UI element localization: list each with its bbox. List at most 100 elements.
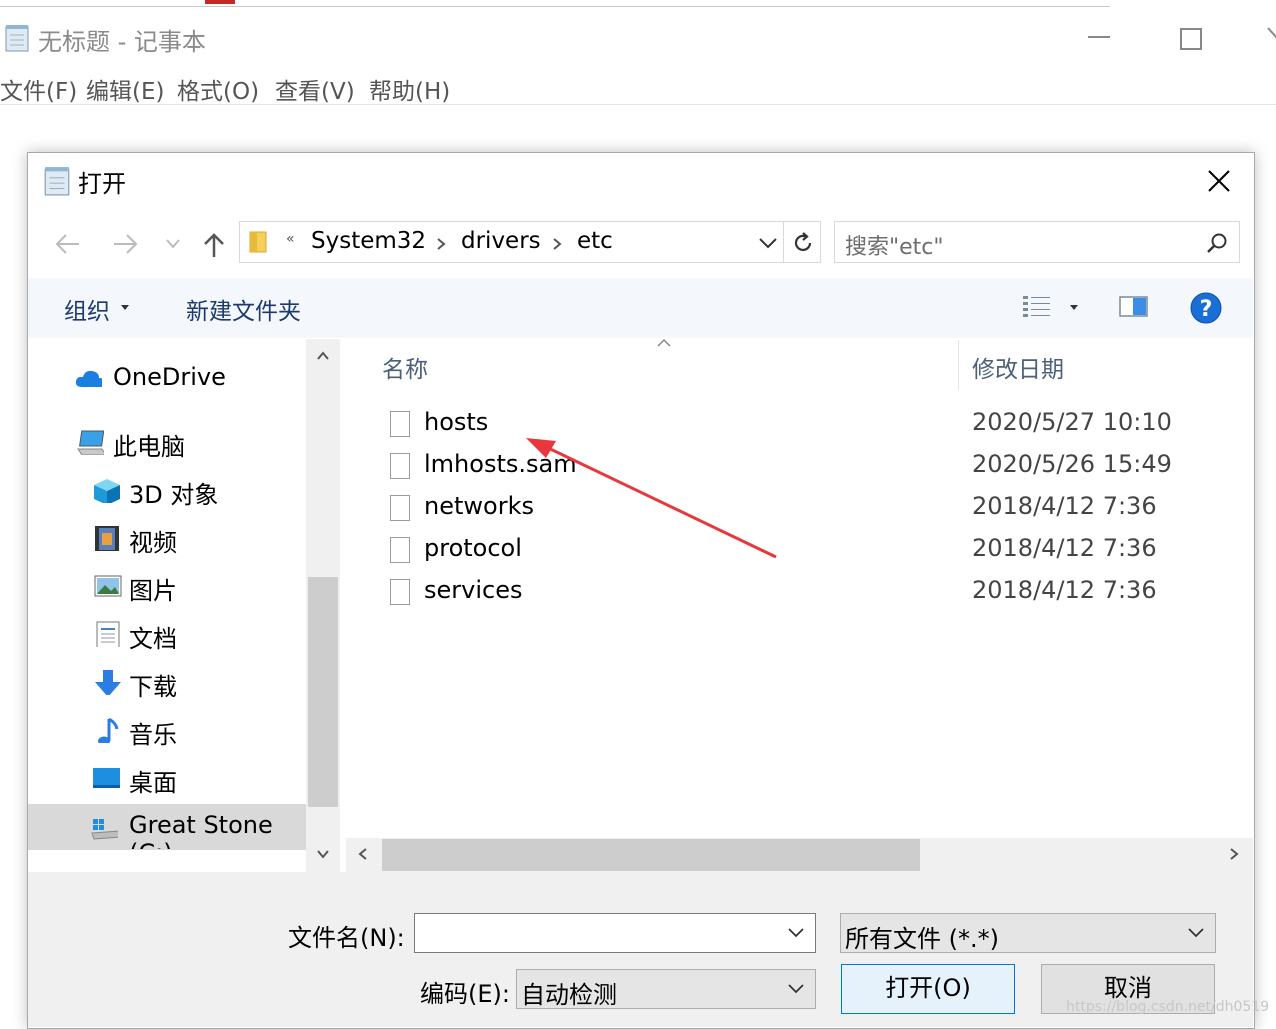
- nav-label-this-pc: 此电脑: [113, 433, 185, 461]
- file-row[interactable]: networks 2018/4/12 7:36: [386, 489, 1226, 529]
- dialog-title: 打开: [78, 170, 126, 198]
- maximize-button[interactable]: [1180, 28, 1202, 50]
- address-bar[interactable]: « System32 drivers etc: [239, 221, 821, 263]
- recent-locations-button[interactable]: [165, 238, 181, 250]
- nav-item-downloads[interactable]: 下载: [28, 661, 306, 705]
- breadcrumb-separator-icon[interactable]: [552, 237, 562, 251]
- search-icon[interactable]: [1205, 232, 1229, 256]
- menu-file[interactable]: 文件(F): [0, 72, 77, 106]
- file-date: 2020/5/26 15:49: [972, 450, 1172, 478]
- nav-label-onedrive: OneDrive: [113, 363, 226, 391]
- refresh-button[interactable]: [791, 231, 815, 255]
- dialog-close-button[interactable]: [1208, 170, 1230, 192]
- address-history-button[interactable]: [758, 236, 778, 250]
- document-icon: [96, 621, 120, 647]
- nav-item-pictures[interactable]: 图片: [28, 565, 306, 609]
- close-icon: [1208, 170, 1230, 192]
- file-date: 2018/4/12 7:36: [972, 534, 1157, 562]
- up-button[interactable]: [202, 232, 226, 258]
- scroll-up-button[interactable]: [316, 351, 330, 361]
- file-row[interactable]: lmhosts.sam 2020/5/26 15:49: [386, 447, 1226, 487]
- encoding-select[interactable]: 自动检测: [516, 969, 816, 1009]
- chevron-right-icon: [1230, 848, 1239, 860]
- filename-label: 文件名(N):: [288, 924, 405, 952]
- file-icon: [390, 411, 410, 437]
- chevron-down-icon: [759, 238, 777, 249]
- file-name: hosts: [424, 408, 489, 436]
- scroll-down-button[interactable]: [316, 849, 330, 859]
- view-details-button[interactable]: [1022, 294, 1052, 320]
- arrow-right-icon: [114, 234, 138, 254]
- scroll-left-button[interactable]: [358, 847, 368, 861]
- breadcrumb-drivers[interactable]: drivers: [461, 228, 541, 254]
- nav-label-downloads: 下载: [129, 673, 177, 701]
- breadcrumb-etc[interactable]: etc: [577, 228, 613, 254]
- nav-item-music[interactable]: 音乐: [28, 709, 306, 753]
- search-placeholder: 搜索"etc": [845, 235, 944, 260]
- notepad-icon: [5, 25, 29, 52]
- svg-text:?: ?: [1200, 297, 1213, 322]
- help-icon: ?: [1190, 292, 1222, 324]
- breadcrumb-system32[interactable]: System32: [311, 228, 426, 254]
- file-row[interactable]: protocol 2018/4/12 7:36: [386, 531, 1226, 571]
- scroll-right-button[interactable]: [1229, 847, 1239, 861]
- file-icon: [390, 537, 410, 563]
- forward-button[interactable]: [112, 233, 138, 255]
- nav-item-c-drive[interactable]: Great Stone (C:): [28, 805, 306, 849]
- nav-item-this-pc[interactable]: 此电脑: [28, 421, 306, 465]
- menu-view[interactable]: 查看(V): [275, 72, 355, 106]
- chevron-down-icon[interactable]: [787, 924, 805, 942]
- refresh-icon: [794, 232, 812, 252]
- computer-icon: [77, 430, 104, 455]
- back-button[interactable]: [55, 233, 81, 255]
- breadcrumb-overflow[interactable]: «: [286, 231, 295, 247]
- open-button[interactable]: 打开(O): [841, 964, 1015, 1014]
- arrow-up-icon: [204, 233, 224, 257]
- menu-edit[interactable]: 编辑(E): [86, 72, 164, 106]
- menu-format[interactable]: 格式(O): [177, 72, 259, 106]
- folder-icon: [249, 231, 267, 253]
- encoding-label: 编码(E):: [420, 980, 510, 1008]
- nav-label-music: 音乐: [129, 721, 177, 749]
- nav-label-videos: 视频: [129, 529, 177, 557]
- file-date: 2018/4/12 7:36: [972, 492, 1157, 520]
- column-header-name[interactable]: 名称: [382, 350, 428, 384]
- arrow-left-icon: [55, 234, 79, 254]
- horizontal-scrollbar-thumb[interactable]: [382, 839, 920, 871]
- file-row[interactable]: services 2018/4/12 7:36: [386, 573, 1226, 613]
- filename-combobox[interactable]: [414, 913, 816, 953]
- organize-button[interactable]: 组织: [64, 292, 110, 326]
- preview-pane-button[interactable]: [1119, 296, 1149, 318]
- breadcrumb-separator-icon[interactable]: [436, 237, 446, 251]
- video-icon: [95, 526, 119, 551]
- cloud-icon: [75, 370, 102, 387]
- nav-item-documents[interactable]: 文档: [28, 613, 306, 657]
- download-icon: [95, 670, 121, 695]
- caret-down-icon: [121, 305, 129, 310]
- filetype-select[interactable]: 所有文件 (*.*): [840, 913, 1216, 953]
- search-box[interactable]: 搜索"etc": [834, 221, 1240, 263]
- file-name: networks: [424, 492, 534, 520]
- column-divider[interactable]: [958, 340, 959, 390]
- nav-item-onedrive[interactable]: OneDrive: [28, 357, 306, 401]
- nav-item-3d-objects[interactable]: 3D 对象: [28, 469, 306, 513]
- help-button[interactable]: ?: [1189, 291, 1223, 325]
- new-folder-button[interactable]: 新建文件夹: [186, 292, 301, 326]
- background-window-edge: [0, 0, 1110, 7]
- dialog-notepad-icon: [44, 167, 70, 196]
- nav-item-desktop[interactable]: 桌面: [28, 757, 306, 801]
- minimize-button[interactable]: [1088, 22, 1110, 38]
- picture-icon: [94, 575, 122, 597]
- desktop-icon: [93, 768, 120, 788]
- view-options-button[interactable]: [1069, 304, 1079, 312]
- nav-scrollbar-thumb[interactable]: [308, 577, 338, 807]
- nav-item-videos[interactable]: 视频: [28, 517, 306, 561]
- menu-help[interactable]: 帮助(H): [369, 72, 450, 106]
- close-window-button[interactable]: [1266, 26, 1276, 50]
- column-header-date[interactable]: 修改日期: [972, 350, 1064, 384]
- file-row[interactable]: hosts 2020/5/27 10:10: [386, 405, 1226, 445]
- minimize-icon: [1088, 36, 1110, 38]
- chevron-down-icon: [788, 984, 804, 994]
- file-date: 2018/4/12 7:36: [972, 576, 1157, 604]
- file-icon: [390, 579, 410, 605]
